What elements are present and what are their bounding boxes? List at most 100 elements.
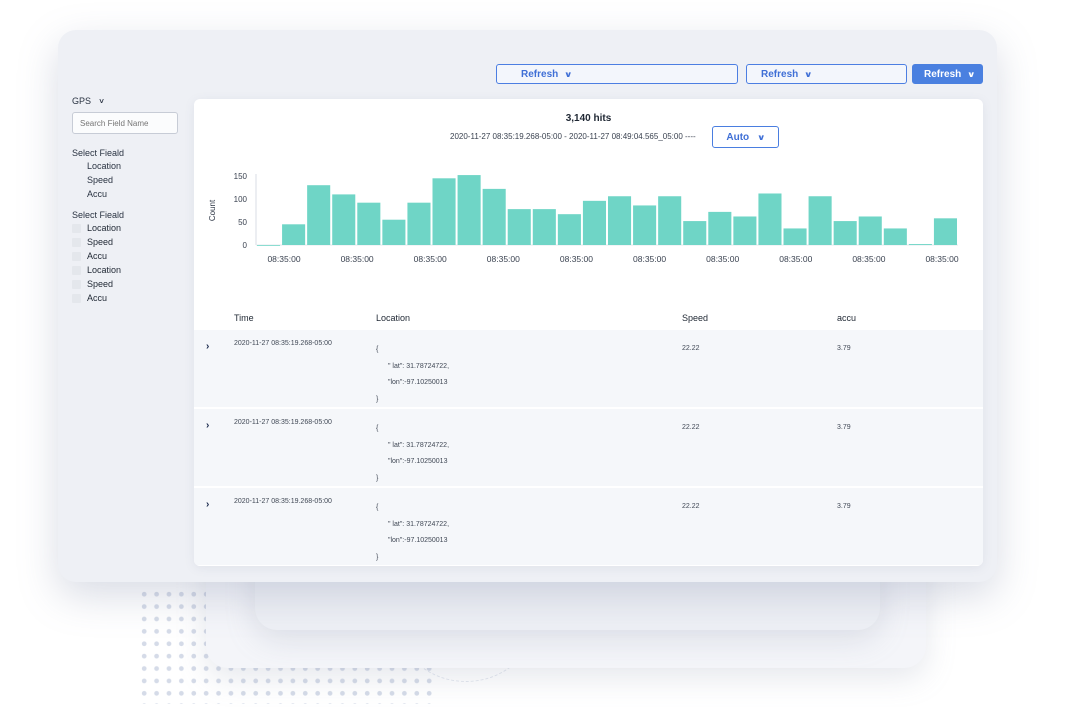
histogram-bar [608,196,632,245]
histogram-bar [332,194,356,245]
histogram-bar [307,185,331,245]
json-lon: "lon":-97.10250013 [388,458,448,465]
field-checkbox-location[interactable]: Location [72,265,192,276]
json-open: { [376,346,379,353]
field-label: Location [87,265,122,275]
expand-chevron-icon[interactable]: › [206,420,209,431]
histogram-bar [858,216,882,245]
histogram-bar [282,224,306,245]
row-accu: 3.79 [837,345,851,352]
x-tick-label: 08:35:00 [487,254,520,264]
expand-chevron-icon[interactable]: › [206,341,209,352]
column-header-accu[interactable]: accu [837,313,856,323]
row-location: { " lat": 31.78724722, "lon":-97.1025001… [376,342,449,408]
refresh-dropdown-1[interactable]: Refresh ∨ [496,64,738,84]
checkbox[interactable] [72,294,81,303]
json-lon: "lon":-97.10250013 [388,379,448,386]
row-speed: 22.22 [682,424,700,431]
checkbox[interactable] [72,238,81,247]
json-open: { [376,504,379,511]
sidebar: GPS ∨ Select Fieald Location Speed Accu … [72,96,192,304]
histogram-bar [783,228,807,245]
histogram-bar [532,209,556,245]
refresh-button[interactable]: Refresh ∨ [912,64,983,84]
checkbox[interactable] [72,252,81,261]
histogram-bar [733,216,757,245]
refresh-dropdown-2[interactable]: Refresh ∨ [746,64,907,84]
histogram-bar [933,218,957,245]
histogram-bar [407,202,431,245]
search-field-input[interactable] [72,112,178,134]
json-lat: " lat": 31.78724722, [388,520,450,528]
histogram-chart: 0 50 100 150 Count 08:35:00 08:35:00 08:35:00 08… [208,172,959,264]
histogram-bar [883,228,907,245]
histogram-bar [658,196,682,245]
column-header-time[interactable]: Time [234,313,254,323]
json-lat: " lat": 31.78724722, [388,441,450,449]
field-label: Location [87,223,122,233]
table-header: Time Location Speed accu [194,311,983,327]
field-item-speed[interactable]: Speed [72,175,192,186]
select-field-title: Select Fieald [72,210,125,220]
field-checkbox-location[interactable]: Location [72,223,192,234]
field-item-accu[interactable]: Accu [72,189,192,200]
table-row[interactable]: › 2020-11-27 08:35:19.268-05:00 { " lat"… [194,488,983,565]
results-panel: 3,140 hits 2020-11-27 08:35:19.268-05:00… [194,99,983,566]
histogram-bar [833,221,857,245]
checkbox[interactable] [72,266,81,275]
histogram-bar [908,244,932,245]
table-row[interactable]: › 2020-11-27 08:35:19.268-05:00 { " lat"… [194,330,983,407]
row-speed: 22.22 [682,503,700,510]
row-time: 2020-11-27 08:35:19.268-05:00 [234,340,332,347]
time-range: 2020-11-27 08:35:19.268-05:00 - 2020-11-… [450,132,696,141]
field-checkbox-speed[interactable]: Speed [72,237,192,248]
x-tick-label: 08:35:00 [852,254,885,264]
field-checkbox-speed[interactable]: Speed [72,279,192,290]
row-speed: 22.22 [682,345,700,352]
x-tick-label: 08:35:00 [341,254,374,264]
field-checkbox-accu[interactable]: Accu [72,293,192,304]
histogram-bar [633,205,657,245]
interval-label: Auto [726,131,750,143]
x-tick-label: 08:35:00 [706,254,739,264]
field-label: Speed [87,237,114,247]
y-tick-label: 50 [238,218,247,227]
expand-chevron-icon[interactable]: › [206,499,209,510]
histogram-bar [382,219,406,245]
column-header-location[interactable]: Location [376,313,410,323]
x-tick-label: 08:35:00 [560,254,593,264]
json-open: { [376,425,379,432]
histogram-bar [557,214,581,245]
row-location: { " lat": 31.78724722, "lon":-97.1025001… [376,500,449,566]
histogram-bar [808,196,832,245]
index-selector[interactable]: GPS ∨ [72,96,192,106]
hits-count: 3,140 hits [565,113,612,124]
row-accu: 3.79 [837,503,851,510]
x-tick-label: 08:35:00 [414,254,447,264]
column-header-speed[interactable]: Speed [682,313,708,323]
field-label: Speed [87,279,114,289]
x-tick-label: 08:35:00 [925,254,958,264]
chevron-down-icon: ∨ [757,132,766,142]
interval-dropdown[interactable]: Auto ∨ [712,126,779,148]
histogram-bar [582,200,606,245]
y-axis-label: Count [208,199,217,221]
checkbox[interactable] [72,280,81,289]
histogram-bar [357,202,381,245]
histogram-bar [708,211,732,245]
y-tick-label: 100 [234,195,248,204]
table-row[interactable]: › 2020-11-27 08:35:19.268-05:00 { " lat"… [194,409,983,486]
app-window: Refresh ∨ Refresh ∨ Refresh ∨ GPS ∨ Sele… [58,30,997,582]
checkbox[interactable] [72,224,81,233]
select-field-title: Select Fieald [72,148,125,158]
refresh-label: Refresh [761,68,799,80]
field-item-location[interactable]: Location [72,161,192,172]
x-tick-label: 08:35:00 [267,254,300,264]
histogram-bar [432,178,456,245]
chevron-down-icon: ∨ [967,69,976,79]
histogram-bar [758,193,782,245]
histogram-bar [257,245,281,246]
field-label: Accu [87,251,108,261]
index-label: GPS [72,96,92,106]
field-checkbox-accu[interactable]: Accu [72,251,192,262]
